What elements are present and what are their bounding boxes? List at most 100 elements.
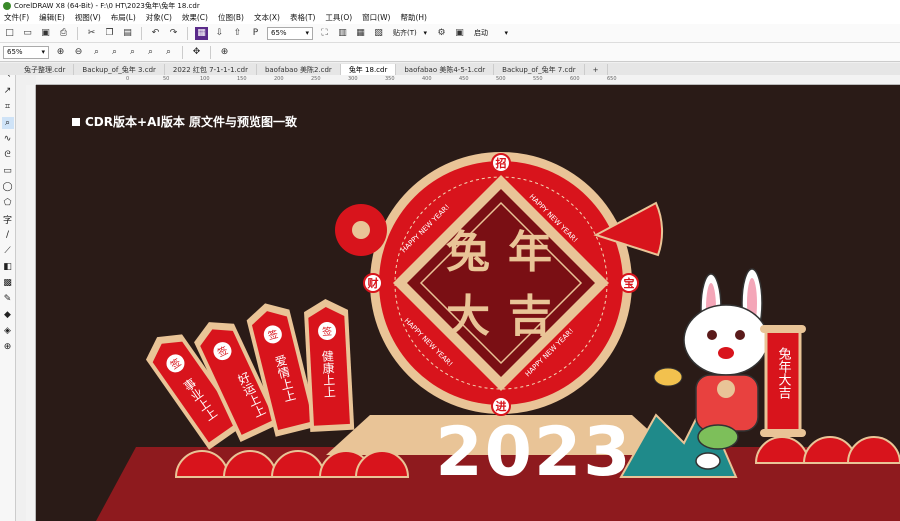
options-gear-icon[interactable]: ⚙ <box>435 27 448 40</box>
document-tab[interactable]: 2022 红包 7-1-1-1.cdr <box>165 64 257 75</box>
zoom-levels-value: 65% <box>7 48 23 56</box>
document-tab-label: baofabao 美陈2.cdr <box>264 65 332 74</box>
cut-icon[interactable]: ✂ <box>85 27 98 40</box>
paste-icon[interactable]: ▤ <box>121 27 134 40</box>
ruler-tick: 650 <box>607 76 617 82</box>
launch-label: 启动 <box>474 29 488 37</box>
menu-text[interactable]: 文本(X) <box>254 12 280 23</box>
grid-icon[interactable]: ▦ <box>354 27 367 40</box>
menu-effects[interactable]: 效果(C) <box>182 12 208 23</box>
caption-marker-icon <box>72 117 80 126</box>
menu-edit[interactable]: 编辑(E) <box>39 12 65 23</box>
document-tab[interactable]: Backup_of_兔年 7.cdr <box>494 64 585 75</box>
application-launcher-icon[interactable]: ▣ <box>453 27 466 40</box>
zoom-selected-icon[interactable]: ⌕ <box>90 46 103 59</box>
year-text: 2023 <box>435 413 632 492</box>
zoom-level-select[interactable]: 65% ▾ <box>267 26 313 40</box>
document-tab[interactable]: baofabao 美陈2.cdr <box>257 64 341 75</box>
rulers-icon[interactable]: ▥ <box>336 27 349 40</box>
canvas-caption: CDR版本+AI版本 原文件与预览图一致 <box>72 113 297 130</box>
print-icon[interactable]: ⎙ <box>57 27 70 40</box>
transparency-tool-icon[interactable]: ▩ <box>2 277 14 289</box>
shape-tool-icon[interactable]: ↗ <box>2 85 14 97</box>
chevron-down-icon: ▾ <box>41 48 45 56</box>
search-content-icon[interactable]: ▦ <box>195 26 208 40</box>
ruler-tick: 400 <box>422 76 432 82</box>
parallel-dimension-tool-icon[interactable]: ∕ <box>2 229 14 241</box>
drop-shadow-tool-icon[interactable]: ◧ <box>2 261 14 273</box>
snap-to-label: 贴齐(T) <box>393 29 417 37</box>
ruler-tick: 300 <box>348 76 358 82</box>
wave-clouds-right <box>754 436 900 464</box>
zoom-levels-select[interactable]: 65% ▾ <box>3 45 49 59</box>
toolbar-divider <box>77 26 78 40</box>
zoom-all-objects-icon[interactable]: ⌕ <box>108 46 121 59</box>
document-tab[interactable]: 兔子整理.cdr <box>16 64 75 75</box>
rectangle-tool-icon[interactable]: ▭ <box>2 165 14 177</box>
snap-to-dropdown[interactable]: 贴齐(T) ▾ <box>390 27 430 40</box>
horizontal-ruler[interactable]: 0 50 100 150 200 250 300 350 400 450 500… <box>36 75 900 85</box>
drawing-canvas[interactable]: 招 财 宝 进 HAPPY NEW YEAR! HAPPY NEW YEAR! … <box>36 85 900 521</box>
chevron-down-icon: ▾ <box>423 29 427 37</box>
scroll-banner-text: 兔年大吉 <box>776 347 792 399</box>
document-tab-label: Backup_of_兔年 7.cdr <box>502 65 576 74</box>
export-icon[interactable]: ⇧ <box>231 27 244 40</box>
menu-help[interactable]: 帮助(H) <box>400 12 427 23</box>
launch-dropdown[interactable]: 启动 ▾ <box>471 27 511 40</box>
zoom-height-icon[interactable]: ⌕ <box>162 46 175 59</box>
full-screen-icon[interactable]: ⛶ <box>318 27 331 40</box>
main-char-4: 吉 <box>508 291 552 342</box>
freehand-tool-icon[interactable]: ∿ <box>2 133 14 145</box>
main-char-1: 兔 <box>446 227 490 278</box>
artwork: 招 财 宝 进 HAPPY NEW YEAR! HAPPY NEW YEAR! … <box>96 152 900 521</box>
pan-icon[interactable]: ✥ <box>190 46 203 59</box>
toolbar-divider <box>210 45 211 59</box>
zoom-in-icon[interactable]: ⊕ <box>54 46 67 59</box>
smart-fill-tool-icon[interactable]: ◈ <box>2 325 14 337</box>
interactive-fill-tool-icon[interactable]: ◆ <box>2 309 14 321</box>
document-tab[interactable]: Backup_of_兔年 3.cdr <box>74 64 165 75</box>
undo-icon[interactable]: ↶ <box>149 27 162 40</box>
new-document-icon[interactable]: □ <box>3 27 16 40</box>
menu-window[interactable]: 窗口(W) <box>362 12 390 23</box>
eyedropper-tool-icon[interactable]: ✎ <box>2 293 14 305</box>
crop-tool-icon[interactable]: ⌗ <box>2 101 14 113</box>
ruler-tick: 450 <box>459 76 469 82</box>
menu-table[interactable]: 表格(T) <box>290 12 315 23</box>
menu-bitmaps[interactable]: 位图(B) <box>218 12 244 23</box>
text-tool-icon[interactable]: 字 <box>2 213 14 226</box>
connector-tool-icon[interactable]: ⟋ <box>2 245 14 257</box>
save-icon[interactable]: ▣ <box>39 27 52 40</box>
menu-object[interactable]: 对象(C) <box>146 12 172 23</box>
new-tab-button[interactable]: + <box>585 64 608 75</box>
add-tool-icon[interactable]: ⊕ <box>2 341 14 353</box>
vertical-ruler[interactable] <box>26 85 36 521</box>
polygon-tool-icon[interactable]: ⬠ <box>2 197 14 209</box>
badge-left-text: 财 <box>367 276 379 290</box>
document-tab-label: baofabao 美陈4-5-1.cdr <box>404 65 486 74</box>
menu-tools[interactable]: 工具(O) <box>325 12 352 23</box>
document-tab-active[interactable]: 兔年 18.cdr <box>340 64 397 75</box>
menu-file[interactable]: 文件(F) <box>4 12 29 23</box>
import-icon[interactable]: ⇩ <box>213 27 226 40</box>
guidelines-icon[interactable]: ▧ <box>372 27 385 40</box>
menu-view[interactable]: 视图(V) <box>75 12 101 23</box>
zoom-tool-icon[interactable]: ⌕ <box>1 117 14 129</box>
zoom-out-icon[interactable]: ⊖ <box>72 46 85 59</box>
artistic-media-tool-icon[interactable]: ᘓ <box>2 149 14 161</box>
redo-icon[interactable]: ↷ <box>167 27 180 40</box>
menu-layout[interactable]: 布局(L) <box>111 12 136 23</box>
open-folder-icon[interactable]: ▭ <box>21 27 34 40</box>
zoom-page-icon[interactable]: ⌕ <box>126 46 139 59</box>
toolbar-divider <box>182 45 183 59</box>
app-logo-icon <box>3 1 11 10</box>
pdf-icon[interactable]: P <box>249 27 262 40</box>
document-tab-label: 兔年 18.cdr <box>348 65 388 74</box>
copy-icon[interactable]: ❐ <box>103 27 116 40</box>
document-tab[interactable]: baofabao 美陈4-5-1.cdr <box>396 64 495 75</box>
ellipse-tool-icon[interactable]: ◯ <box>2 181 14 193</box>
zoom-width-icon[interactable]: ⌕ <box>144 46 157 59</box>
plum-flower-center <box>352 221 370 239</box>
add-icon[interactable]: ⊕ <box>218 46 231 59</box>
title-bar: CorelDRAW X8 (64-Bit) - F:\0 HT\2023兔年\兔… <box>0 0 900 11</box>
